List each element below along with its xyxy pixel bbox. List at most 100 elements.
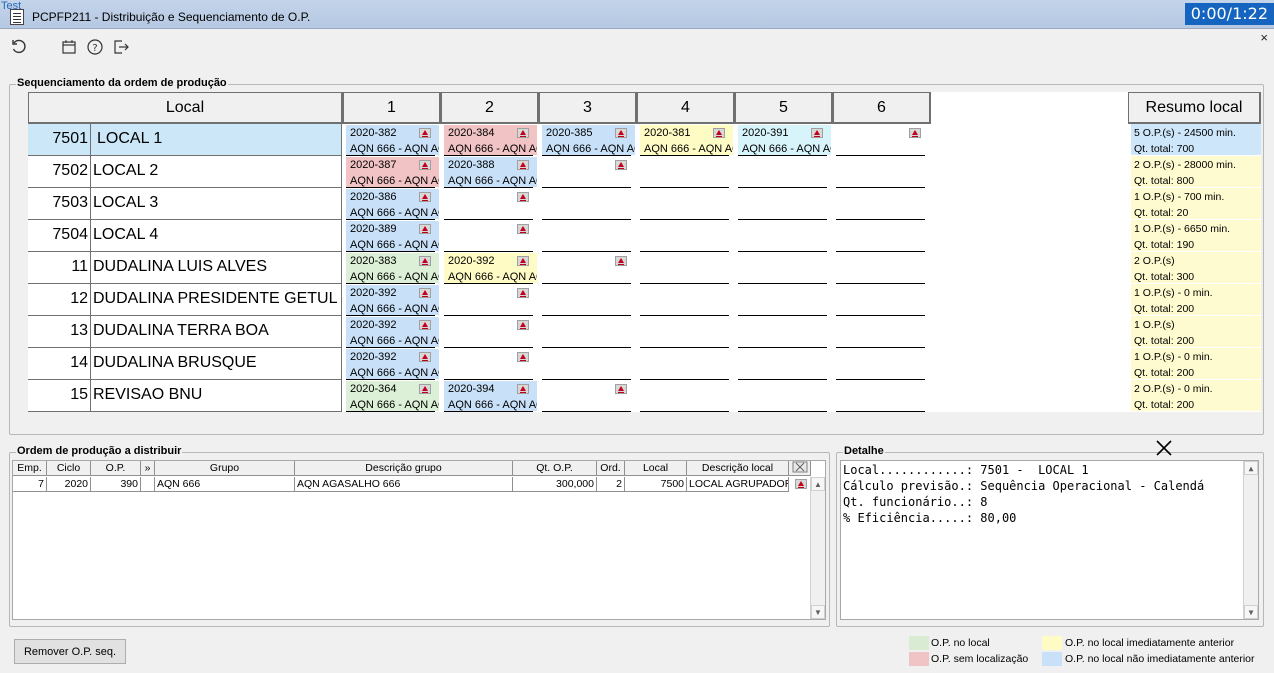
sequence-cell[interactable] xyxy=(441,284,539,316)
sequence-cell[interactable]: 2020-392 AQN 666 - AQN AG xyxy=(343,348,441,380)
row-local-name[interactable]: LOCAL 1 xyxy=(91,124,342,156)
detail-scrollbar[interactable]: ▲ ▼ xyxy=(1243,461,1258,619)
row-local-name[interactable]: REVISAO BNU xyxy=(91,380,342,412)
eject-icon[interactable] xyxy=(615,256,627,266)
row-local-code[interactable]: 14 xyxy=(28,348,91,380)
close-detail-icon[interactable] xyxy=(1154,438,1174,458)
scroll-down-icon[interactable]: ▼ xyxy=(811,605,825,619)
sequence-cell[interactable]: 2020-382 AQN 666 - AQN AG xyxy=(343,124,441,156)
sequence-cell[interactable] xyxy=(637,284,735,316)
sequence-cell[interactable]: 2020-394 AQN 666 - AQN AG xyxy=(441,380,539,412)
sequence-cell[interactable] xyxy=(833,348,931,380)
sequence-cell[interactable]: 2020-385 AQN 666 - AQN AG xyxy=(539,124,637,156)
scroll-down-icon[interactable]: ▼ xyxy=(1244,605,1258,619)
column-header-expand[interactable]: » xyxy=(141,461,155,476)
row-local-name[interactable]: DUDALINA PRESIDENTE GETUL xyxy=(91,284,342,316)
column-header-ord[interactable]: Ord. xyxy=(597,461,625,476)
eject-icon[interactable] xyxy=(615,384,627,394)
cell-expand[interactable] xyxy=(141,477,155,492)
sequence-column-header-1[interactable]: 1 xyxy=(343,92,441,124)
sequence-column-header-4[interactable]: 4 xyxy=(637,92,735,124)
sequence-cell[interactable]: 2020-387 AQN 666 - AQN AG xyxy=(343,156,441,188)
cell-grupo[interactable]: AQN 666 xyxy=(155,477,295,492)
eject-icon[interactable] xyxy=(517,224,529,234)
column-header-op[interactable]: O.P. xyxy=(91,461,141,476)
sequence-cell[interactable] xyxy=(539,252,637,284)
row-local-code[interactable]: 7503 xyxy=(28,188,91,220)
cell-qt-op[interactable]: 300,000 xyxy=(513,477,597,492)
distribute-scrollbar[interactable]: ▲ ▼ xyxy=(810,477,825,619)
sequence-cell[interactable] xyxy=(735,252,833,284)
sequence-cell[interactable] xyxy=(735,348,833,380)
sequence-cell[interactable]: 2020-392 AQN 666 - AQN AG xyxy=(343,316,441,348)
sequence-cell[interactable] xyxy=(833,252,931,284)
eject-icon[interactable] xyxy=(517,288,529,298)
sequence-cell[interactable] xyxy=(833,316,931,348)
sequence-cell[interactable] xyxy=(441,188,539,220)
eject-icon[interactable] xyxy=(419,192,431,202)
column-header-ciclo[interactable]: Ciclo xyxy=(47,461,91,476)
eject-icon[interactable] xyxy=(795,479,807,489)
sequence-cell[interactable] xyxy=(833,284,931,316)
sequence-cell[interactable] xyxy=(735,156,833,188)
column-header-emp[interactable]: Emp. xyxy=(13,461,47,476)
column-header-local[interactable]: Local xyxy=(625,461,687,476)
clear-filter-icon[interactable] xyxy=(789,461,811,476)
eject-icon[interactable] xyxy=(517,352,529,362)
sequence-cell[interactable] xyxy=(441,220,539,252)
sequence-cell[interactable] xyxy=(735,380,833,412)
sequence-cell[interactable] xyxy=(833,156,931,188)
sequence-cell[interactable] xyxy=(637,156,735,188)
eject-icon[interactable] xyxy=(419,320,431,330)
eject-icon[interactable] xyxy=(419,288,431,298)
sequence-cell[interactable]: 2020-386 AQN 666 - AQN AG xyxy=(343,188,441,220)
sequence-cell[interactable] xyxy=(637,348,735,380)
eject-icon[interactable] xyxy=(517,256,529,266)
sequence-cell[interactable]: 2020-384 AQN 666 - AQN AG xyxy=(441,124,539,156)
summary-column-header[interactable]: Resumo local xyxy=(1128,92,1261,124)
eject-icon[interactable] xyxy=(909,128,921,138)
sequence-cell[interactable] xyxy=(539,316,637,348)
sequence-cell[interactable] xyxy=(539,156,637,188)
eject-icon[interactable] xyxy=(517,160,529,170)
local-column-header[interactable]: Local xyxy=(28,92,343,124)
sequence-cell[interactable] xyxy=(539,380,637,412)
sequence-column-header-2[interactable]: 2 xyxy=(441,92,539,124)
exit-icon[interactable] xyxy=(110,36,132,58)
cell-local[interactable]: 7500 xyxy=(625,477,687,492)
row-local-code[interactable]: 12 xyxy=(28,284,91,316)
sequence-cell[interactable] xyxy=(637,252,735,284)
row-local-code[interactable]: 11 xyxy=(28,252,91,284)
sequence-cell[interactable]: 2020-392 AQN 666 - AQN AG xyxy=(441,252,539,284)
row-local-name[interactable]: LOCAL 4 xyxy=(91,220,342,252)
sequence-cell[interactable] xyxy=(539,284,637,316)
sequence-cell[interactable] xyxy=(833,220,931,252)
sequence-cell[interactable] xyxy=(735,316,833,348)
row-local-code[interactable]: 13 xyxy=(28,316,91,348)
cell-op[interactable]: 390 xyxy=(91,477,141,492)
sequence-cell[interactable] xyxy=(539,348,637,380)
eject-icon[interactable] xyxy=(517,128,529,138)
scroll-up-icon[interactable]: ▲ xyxy=(1244,461,1258,475)
row-local-code[interactable]: 7501 xyxy=(28,124,91,156)
sequence-cell[interactable]: 2020-388 AQN 666 - AQN AG xyxy=(441,156,539,188)
detail-text-area[interactable]: ▲ ▼ Local............: 7501 - LOCAL 1 Cál… xyxy=(840,460,1259,620)
sequence-cell[interactable]: 2020-381 AQN 666 - AQN AG xyxy=(637,124,735,156)
scroll-up-icon[interactable]: ▲ xyxy=(811,477,825,491)
row-local-name[interactable]: DUDALINA BRUSQUE xyxy=(91,348,342,380)
sequence-cell[interactable] xyxy=(441,348,539,380)
sequence-cell[interactable] xyxy=(637,220,735,252)
eject-icon[interactable] xyxy=(419,224,431,234)
sequence-cell[interactable]: 2020-389 AQN 666 - AQN AG xyxy=(343,220,441,252)
remove-op-seq-button[interactable]: Remover O.P. seq. xyxy=(14,639,126,664)
eject-icon[interactable] xyxy=(615,128,627,138)
column-header-descricao-grupo[interactable]: Descrição grupo xyxy=(295,461,513,476)
cell-ciclo[interactable]: 2020 xyxy=(47,477,91,492)
row-local-name[interactable]: LOCAL 3 xyxy=(91,188,342,220)
sequence-cell[interactable] xyxy=(637,188,735,220)
sequence-cell[interactable] xyxy=(637,316,735,348)
eject-icon[interactable] xyxy=(419,256,431,266)
sequence-column-header-6[interactable]: 6 xyxy=(833,92,931,124)
row-local-code[interactable]: 7502 xyxy=(28,156,91,188)
eject-icon[interactable] xyxy=(517,384,529,394)
